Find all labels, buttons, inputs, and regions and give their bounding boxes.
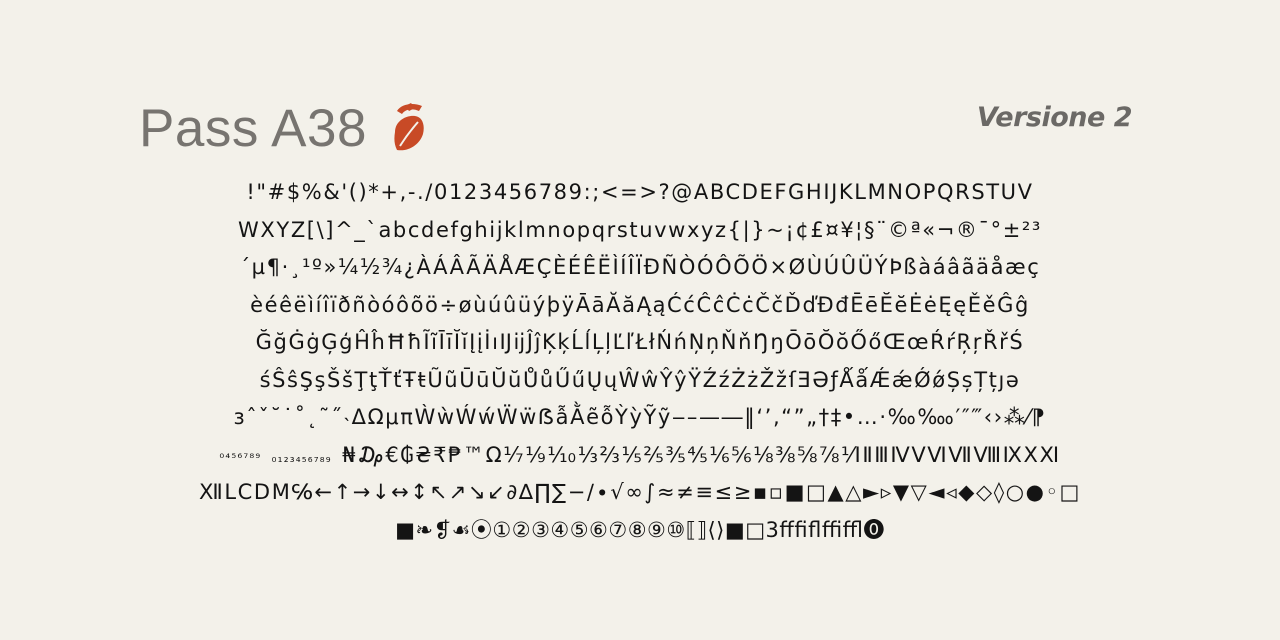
inferior-figures: ₀₁₂₃₄₅₆₇₈₉ xyxy=(271,450,332,465)
superior-figures: ⁰⁴⁵⁶⁷⁸⁹ xyxy=(219,450,262,465)
specimen-header: Pass A38 Versione 2 xyxy=(139,98,1139,160)
glyph-set: !"#$%&'()*+,-./0123456789:;<=>?@ABCDEFGH… xyxy=(120,174,1160,549)
glyph-row: !"#$%&'()*+,-./0123456789:;<=>?@ABCDEFGH… xyxy=(246,180,1034,204)
glyph-row: śŜŝŞşŠšŢţŤťŦŧŨũŪūŬŭŮůŰűŲųŴŵŶŷŸŹźŻżŽžſƎƏƒ… xyxy=(259,367,1021,392)
font-name-title: Pass A38 xyxy=(139,99,367,158)
glyph-row-numerals-fractions: ⁰⁴⁵⁶⁷⁸⁹ ₀₁₂₃₄₅₆₇₈₉ ₦₯€₲₴₹₱™Ω⅐⅑⅒⅓⅔⅕⅖⅗⅘⅙⅚⅛… xyxy=(120,437,1160,475)
glyph-row-ornaments: ■❧❡☙⦿①②③④⑤⑥⑦⑧⑨⑩⟦⟧⟨⟩■□3ﬀﬁﬂﬃﬄ⓿ xyxy=(395,517,885,542)
glyph-row: ´µ¶·¸¹º»¼½¾¿ÀÁÂÃÄÅÆÇÈÉÊËÌÍÎÏÐÑÒÓÔÕÖ×ØÙÚÛ… xyxy=(239,255,1041,279)
currency-fractions-roman: ₦₯€₲₴₹₱™Ω⅐⅑⅒⅓⅔⅕⅖⅗⅘⅙⅚⅛⅜⅝⅞⅟ⅠⅡⅢⅣⅤⅥⅦⅧⅨⅩⅪ xyxy=(342,442,1061,467)
leaf-hat-logo-icon xyxy=(394,103,424,151)
glyph-row: ɜˆˇ˘˙˚˛˜˝˴ΔΩμπẀẁẂẃẄẅẞẫẰẽỗỲỳỸỹ‒–—―‖‘’‚“”„… xyxy=(233,405,1047,429)
glyph-row: ĞğĠġĢģĤĥĦħĨĩĪīĬĭĮįİıĲĳĴĵĶķĹĺĻļĽľŁłŃńŅņŇň… xyxy=(255,330,1025,354)
glyph-row: WXYZ[\]^_`abcdefghijklmnopqrstuvwxyz{|}~… xyxy=(238,217,1042,242)
version-label: Versione 2 xyxy=(976,102,1133,133)
glyph-row: èéêëìíîïðñòóôõö÷øùúûüýþÿĀāĂăĄąĆćĈĉĊċČčĎď… xyxy=(250,292,1030,317)
glyph-row: ⅫⅬⅭⅮⅯ℅←↑→↓↔↕↖↗↘↙∂∆∏∑−∕∙√∞∫≈≠≡≤≥▪▫■□▲△►▹▼… xyxy=(199,480,1081,504)
